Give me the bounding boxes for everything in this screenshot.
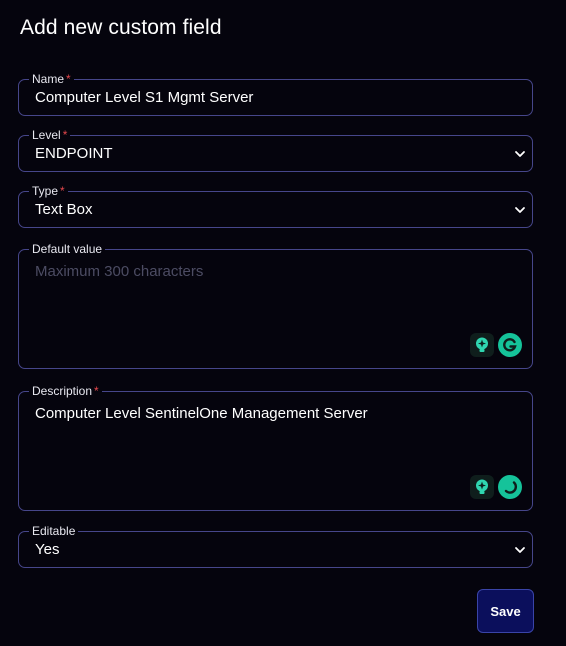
level-label-text: Level (32, 128, 61, 142)
level-selected-value: ENDPOINT (35, 145, 113, 162)
name-label: Name * (29, 71, 74, 87)
ai-assist-button[interactable] (470, 475, 494, 499)
grammarly-icon (503, 338, 517, 352)
grammarly-button[interactable] (498, 333, 522, 357)
type-label: Type * (29, 183, 68, 199)
type-select[interactable]: Type * Text Box (18, 183, 533, 228)
required-mark: * (66, 72, 71, 86)
editable-select[interactable]: Editable Yes (18, 523, 533, 568)
chevron-down-icon[interactable] (514, 544, 526, 556)
editable-label-text: Editable (32, 524, 76, 538)
required-mark: * (62, 128, 68, 142)
level-label: Level * (29, 127, 71, 143)
description-label-text: Description (32, 384, 93, 398)
required-mark: * (94, 384, 99, 398)
dialog-title: Add new custom field (20, 16, 222, 39)
chevron-down-icon[interactable] (514, 148, 526, 160)
default-value-label-text: Default value (32, 242, 103, 256)
type-selected-value: Text Box (35, 201, 93, 218)
name-input[interactable]: Computer Level S1 Mgmt Server (35, 89, 253, 106)
sparkle-bulb-icon (476, 337, 488, 352)
default-value-textarea[interactable]: Default value Maximum 300 characters (18, 241, 533, 369)
ai-assist-button[interactable] (470, 333, 494, 357)
default-value-placeholder: Maximum 300 characters (35, 263, 204, 280)
grammarly-icon (504, 481, 517, 494)
textarea-tools (470, 333, 522, 357)
grammarly-button[interactable] (498, 475, 522, 499)
sparkle-bulb-icon (476, 479, 488, 494)
description-textarea[interactable]: Description * Computer Level SentinelOne … (18, 383, 533, 511)
editable-selected-value: Yes (35, 541, 60, 558)
description-label: Description * (29, 383, 102, 399)
description-input[interactable]: Computer Level SentinelOne Management Se… (35, 405, 368, 422)
default-value-label: Default value (29, 241, 106, 257)
name-label-text: Name (32, 72, 65, 86)
level-select[interactable]: Level * ENDPOINT (18, 127, 533, 172)
type-label-text: Type (32, 184, 59, 198)
chevron-down-icon[interactable] (514, 204, 526, 216)
name-field[interactable]: Name * Computer Level S1 Mgmt Server (18, 71, 533, 116)
textarea-tools (470, 475, 522, 499)
required-mark: * (60, 184, 65, 198)
editable-label: Editable (29, 523, 79, 539)
save-button[interactable]: Save (477, 589, 534, 633)
